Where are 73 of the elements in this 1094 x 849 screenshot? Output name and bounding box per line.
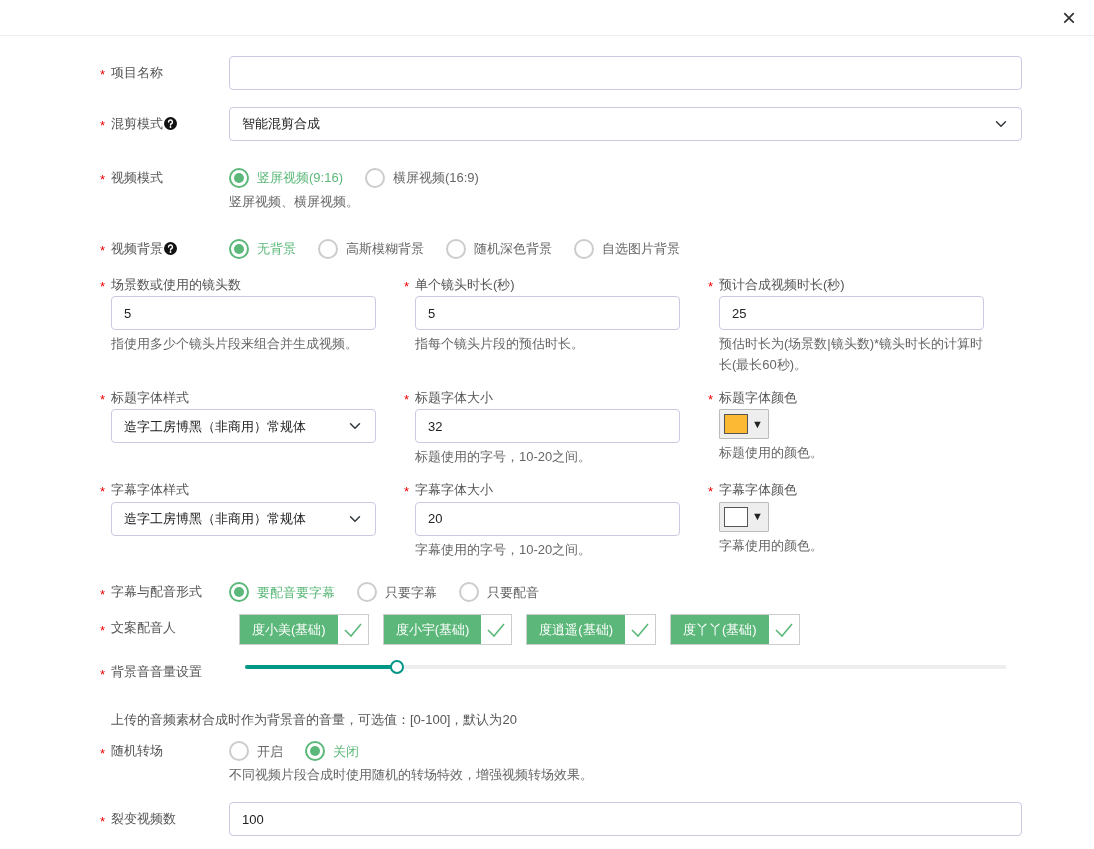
- required-mark: *: [100, 746, 107, 760]
- required-mark: *: [708, 280, 715, 294]
- required-mark: *: [708, 485, 715, 499]
- field-label: 标题字体颜色: [719, 388, 797, 407]
- radio-option[interactable]: 开启: [229, 741, 283, 762]
- help-text: 字幕使用的颜色。: [719, 536, 824, 555]
- input-field[interactable]: [229, 56, 1022, 90]
- help-text: 上传的音频素材合成时作为背景音的音量，可选值：[0-100]，默认为20: [111, 711, 518, 729]
- required-mark: *: [404, 280, 411, 294]
- help-text: 预估时长为(场景数|镜头数)*镜头时长的计算时长(最长60秒)。: [719, 335, 984, 375]
- required-mark: *: [100, 587, 107, 601]
- field-label: 预计合成视频时长(秒): [719, 275, 845, 294]
- field-label: 字幕与配音形式: [111, 583, 202, 602]
- required-mark: *: [100, 393, 107, 407]
- check-icon: [773, 622, 794, 638]
- help-text: 不同视频片段合成时使用随机的转场特效，增强视频转场效果。: [229, 766, 594, 785]
- input-field[interactable]: 5: [111, 296, 376, 331]
- help-text: 标题使用的字号，10-20之间。: [415, 448, 593, 467]
- help-text: 指每个镜头片段的预估时长。: [415, 335, 585, 354]
- field-label: 单个镜头时长(秒): [415, 275, 515, 294]
- input-field[interactable]: 25: [719, 296, 984, 331]
- required-mark: *: [100, 280, 107, 294]
- select-field[interactable]: 智能混剪合成: [229, 107, 1022, 141]
- required-mark: *: [708, 393, 715, 407]
- field-label: 裂变视频数: [111, 810, 176, 829]
- field-label: 随机转场: [111, 742, 163, 761]
- required-mark: *: [404, 393, 411, 407]
- required-mark: *: [100, 119, 107, 133]
- radio-option[interactable]: 随机深色背景: [446, 238, 552, 259]
- field-label: 标题字体样式: [111, 388, 189, 407]
- required-mark: *: [100, 623, 107, 637]
- required-mark: *: [100, 68, 107, 82]
- radio-option[interactable]: 只要字幕: [357, 582, 437, 603]
- radio-option[interactable]: 自选图片背景: [574, 238, 680, 259]
- required-mark: *: [100, 244, 107, 258]
- radio-option[interactable]: 横屏视频(16:9): [364, 168, 479, 188]
- input-field[interactable]: 32: [415, 409, 680, 444]
- check-icon: [630, 622, 650, 638]
- check-icon: [486, 622, 507, 638]
- check-icon: [342, 622, 363, 638]
- required-mark: *: [100, 814, 107, 828]
- help-icon[interactable]: [164, 242, 177, 256]
- field-label: 字幕字体颜色: [719, 481, 797, 500]
- field-label: 项目名称: [111, 64, 163, 82]
- close-button[interactable]: ×: [1058, 5, 1080, 30]
- field-label: 混剪模式: [111, 115, 163, 133]
- help-text: 指使用多少个镜头片段来组合并生成视频。: [111, 335, 359, 354]
- field-label: 场景数或使用的镜头数: [111, 275, 241, 294]
- select-field[interactable]: 造字工房博黑（非商用）常规体: [111, 409, 376, 444]
- field-label: 文案配音人: [111, 619, 176, 638]
- input-field[interactable]: 20: [415, 501, 680, 536]
- field-label: 字幕字体样式: [111, 481, 189, 500]
- required-mark: *: [404, 485, 411, 499]
- help-icon[interactable]: [164, 117, 177, 131]
- required-mark: *: [100, 485, 107, 499]
- required-mark: *: [100, 667, 107, 681]
- field-label: 背景音音量设置: [111, 663, 202, 682]
- radio-option[interactable]: 高斯模糊背景: [318, 238, 424, 259]
- input-field[interactable]: 100: [229, 802, 1022, 837]
- field-label: 字幕字体大小: [415, 481, 493, 500]
- color-picker[interactable]: ▼: [719, 409, 769, 440]
- input-field[interactable]: 5: [415, 296, 680, 331]
- slider-handle[interactable]: [390, 660, 405, 675]
- select-field[interactable]: 造字工房博黑（非商用）常规体: [111, 501, 376, 536]
- required-mark: *: [100, 173, 107, 187]
- help-text: 字幕使用的字号，10-20之间。: [415, 540, 593, 559]
- radio-option[interactable]: 只要配音: [459, 582, 539, 603]
- field-label: 视频背景: [111, 239, 163, 258]
- color-picker[interactable]: ▼: [719, 501, 769, 532]
- field-label: 标题字体大小: [415, 388, 493, 407]
- field-label: 视频模式: [111, 169, 163, 187]
- help-text: 标题使用的颜色。: [719, 444, 824, 463]
- help-text: 竖屏视频、横屏视频。: [229, 193, 360, 211]
